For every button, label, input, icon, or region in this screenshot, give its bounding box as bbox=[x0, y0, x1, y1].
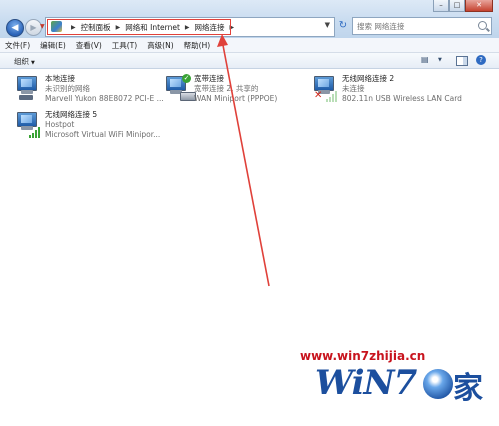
menu-help[interactable]: 帮助(H) bbox=[179, 40, 216, 51]
refresh-icon[interactable]: ↻ bbox=[336, 18, 350, 34]
change-view-icon[interactable]: ▤ bbox=[421, 55, 429, 64]
connection-item-wireless-2[interactable]: ✕ 无线网络连接 2 未连接 802.11n USB Wireless LAN … bbox=[314, 74, 464, 110]
view-options-chevron-icon[interactable]: ▼ bbox=[438, 57, 442, 63]
title-bar: – □ ✕ ◀ ▶ ▼ ▶ 控制面板 ▶ 网络和 Internet ▶ 网络连接… bbox=[0, 0, 499, 39]
menu-tools[interactable]: 工具(T) bbox=[107, 40, 142, 51]
connection-status: 未识别的网络 bbox=[45, 84, 90, 93]
search-input[interactable] bbox=[357, 20, 469, 32]
connection-status: 未连接 bbox=[342, 84, 365, 93]
window-controls: – □ ✕ bbox=[433, 0, 493, 14]
menu-file[interactable]: 文件(F) bbox=[0, 40, 35, 51]
menu-advanced[interactable]: 高级(N) bbox=[142, 40, 178, 51]
broadband-modem-icon: ✓ bbox=[166, 74, 196, 102]
preview-pane-icon[interactable] bbox=[456, 56, 468, 66]
connection-name: 宽带连接 bbox=[194, 74, 224, 83]
command-bar: 组织 ▼ ▤ ▼ ? bbox=[0, 53, 499, 69]
disconnected-x-icon: ✕ bbox=[314, 90, 323, 101]
connection-item-local[interactable]: 本地连接 未识别的网络 Marvell Yukon 88E8072 PCI-E … bbox=[17, 74, 167, 110]
connection-name: 无线网络连接 2 bbox=[342, 74, 395, 83]
ethernet-adapter-icon bbox=[17, 76, 39, 102]
connection-name: 无线网络连接 5 bbox=[45, 110, 98, 119]
menu-edit[interactable]: 编辑(E) bbox=[35, 40, 71, 51]
chevron-down-icon: ▼ bbox=[31, 60, 35, 66]
address-bar[interactable]: ▶ 控制面板 ▶ 网络和 Internet ▶ 网络连接 ▶ ▼ bbox=[45, 17, 335, 37]
menu-bar: 文件(F) 编辑(E) 查看(V) 工具(T) 高级(N) 帮助(H) bbox=[0, 38, 499, 53]
address-dropdown-icon[interactable]: ▼ bbox=[325, 21, 330, 29]
forward-arrow-icon: ▶ bbox=[30, 23, 37, 32]
recent-pages-dropdown[interactable]: ▼ bbox=[40, 23, 45, 30]
wireless-disconnected-icon: ✕ bbox=[314, 76, 337, 102]
back-arrow-icon: ◀ bbox=[11, 23, 19, 33]
connection-name: 本地连接 bbox=[45, 74, 75, 83]
connection-status: Hostpot bbox=[45, 120, 75, 129]
watermark-logo-text: WiN7 bbox=[315, 363, 417, 403]
connection-device: WAN Miniport (PPPOE) bbox=[194, 94, 278, 103]
connection-device: 802.11n USB Wireless LAN Card bbox=[342, 94, 462, 103]
connection-device: Microsoft Virtual WiFi Minipor... bbox=[45, 130, 161, 139]
connected-check-icon: ✓ bbox=[182, 74, 191, 83]
connection-status: 宽带连接 2, 共享的 bbox=[194, 84, 259, 93]
search-icon[interactable] bbox=[478, 21, 487, 30]
back-button[interactable]: ◀ bbox=[6, 19, 24, 37]
search-box[interactable] bbox=[352, 17, 492, 35]
windows-orb-icon bbox=[423, 369, 453, 399]
connection-item-broadband[interactable]: ✓ 宽带连接 宽带连接 2, 共享的 WAN Miniport (PPPOE) bbox=[166, 74, 316, 110]
address-highlight-box bbox=[47, 19, 231, 35]
minimize-button[interactable]: – bbox=[433, 0, 449, 12]
connection-device: Marvell Yukon 88E8072 PCI-E ... bbox=[45, 94, 164, 103]
organize-label: 组织 bbox=[14, 57, 29, 66]
watermark-logo: WiN7 家 bbox=[315, 363, 495, 413]
organize-button[interactable]: 组织 ▼ bbox=[14, 56, 35, 67]
menu-view[interactable]: 查看(V) bbox=[71, 40, 107, 51]
network-connections-window: – □ ✕ ◀ ▶ ▼ ▶ 控制面板 ▶ 网络和 Internet ▶ 网络连接… bbox=[0, 0, 499, 426]
watermark-logo-char: 家 bbox=[453, 371, 483, 406]
help-icon[interactable]: ? bbox=[476, 55, 486, 65]
maximize-button[interactable]: □ bbox=[449, 0, 465, 12]
wireless-connected-icon bbox=[17, 112, 40, 138]
close-button[interactable]: ✕ bbox=[465, 0, 493, 12]
connection-item-wireless-5[interactable]: 无线网络连接 5 Hostpot Microsoft Virtual WiFi … bbox=[17, 110, 167, 146]
watermark-url: www.win7zhijia.cn bbox=[300, 349, 426, 363]
